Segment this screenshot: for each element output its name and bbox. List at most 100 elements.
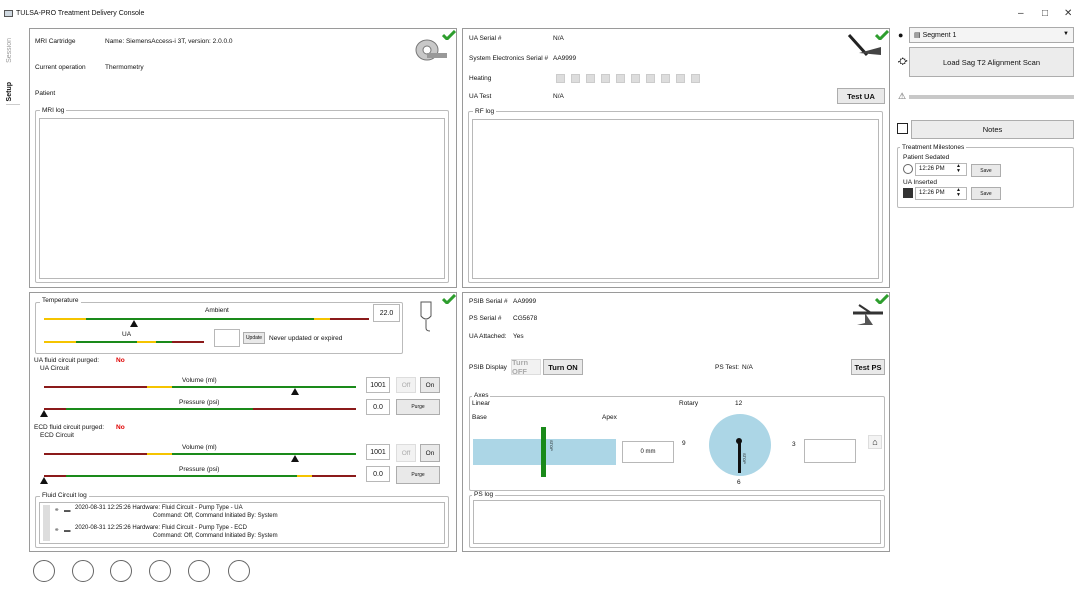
test-ua-button[interactable]: Test UA xyxy=(837,88,885,104)
current-operation-value: Thermometry xyxy=(105,64,144,71)
ua-inserted-label: UA Inserted xyxy=(903,179,937,186)
segment-icon: ● xyxy=(898,30,904,40)
ua-panel: UA Serial # N/A System Electronics Seria… xyxy=(462,28,890,288)
ecd-volume-indicator xyxy=(291,455,299,462)
mri-log-label: MRI log xyxy=(40,107,67,114)
ecd-volume-value: 1001 xyxy=(366,444,390,460)
fluid-nav-icon[interactable] xyxy=(110,560,132,582)
save-inserted-button[interactable]: Save xyxy=(971,187,1001,200)
minimize-icon[interactable]: – xyxy=(1018,8,1024,19)
load-scan-button[interactable]: Load Sag T2 Alignment Scan xyxy=(909,47,1074,77)
linear-position-marker[interactable] xyxy=(541,427,546,477)
save-sedated-button[interactable]: Save xyxy=(971,164,1001,177)
ecd-pressure-label: Pressure (psi) xyxy=(179,466,220,473)
progress-bar xyxy=(909,95,1074,99)
ecd-pump-on-button[interactable]: On xyxy=(420,444,440,462)
close-icon[interactable]: ✕ xyxy=(1064,8,1072,19)
ps-log-label: PS log xyxy=(472,491,496,498)
ecd-circuit-label: ECD Circuit xyxy=(40,432,74,439)
test-ps-button[interactable]: Test PS xyxy=(851,359,885,375)
mri-log-text[interactable] xyxy=(39,118,445,279)
ua-purged-value: No xyxy=(116,357,125,364)
log-entry-line: Command: Off, Command Initiated By: Syst… xyxy=(153,533,278,539)
maximize-icon[interactable]: □ xyxy=(1042,8,1048,19)
log-scrollbar[interactable] xyxy=(43,505,50,541)
home-icon[interactable]: ⌂ xyxy=(868,435,882,449)
ps-log-text[interactable] xyxy=(473,500,881,544)
turn-off-button[interactable]: Turn OFF xyxy=(511,358,541,376)
ps-serial-value: CG5678 xyxy=(513,315,538,322)
sedation-icon xyxy=(903,164,913,174)
ua-temp-label: UA xyxy=(122,331,132,338)
rotary-dial[interactable] xyxy=(708,413,772,477)
ua-pump-off-button[interactable]: Off xyxy=(396,377,416,393)
rotary-3-label: 3 xyxy=(792,441,796,448)
tab-session[interactable]: Session xyxy=(6,38,13,63)
ambient-gauge xyxy=(44,318,369,320)
ua-purged-label: UA fluid circuit purged: xyxy=(34,357,100,364)
heating-channel xyxy=(646,74,655,83)
ambient-indicator xyxy=(130,320,138,327)
rf-log-text[interactable] xyxy=(472,119,879,279)
insertion-icon xyxy=(903,188,913,198)
segment-dropdown[interactable]: ▤ Segment 1 ▼ xyxy=(909,27,1074,43)
notes-icon xyxy=(897,123,908,134)
linear-position-value[interactable]: 0 mm xyxy=(622,441,674,463)
scanner-icon: ⛮ xyxy=(898,56,908,66)
ua-pump-on-button[interactable]: On xyxy=(420,377,440,393)
ua-volume-gauge xyxy=(44,386,356,388)
ps-test-value: N/A xyxy=(742,364,753,371)
ua-volume-indicator xyxy=(291,388,299,395)
psib-serial-label: PSIB Serial # xyxy=(469,298,508,305)
ecd-pressure-value: 0.0 xyxy=(366,466,390,482)
status-check-icon xyxy=(442,294,456,304)
ua-pressure-gauge xyxy=(44,408,356,410)
time-spinner[interactable]: ▲ ▼ xyxy=(956,188,961,198)
time-spinner[interactable]: ▲ ▼ xyxy=(956,164,961,174)
fluid-bag-icon: ⚭ xyxy=(54,527,60,534)
axes-label: Axes xyxy=(472,392,491,399)
ambient-label: Ambient xyxy=(205,307,229,314)
fluid-log-label: Fluid Circuit log xyxy=(40,492,89,499)
ua-pressure-indicator xyxy=(40,410,48,417)
mri-cartridge-label: MRI Cartridge xyxy=(35,38,76,45)
ua-temp-value[interactable] xyxy=(214,329,240,347)
positioning-nav-icon[interactable] xyxy=(149,560,171,582)
status-check-icon xyxy=(875,294,889,304)
ecd-purge-button[interactable]: Purge xyxy=(396,466,440,484)
apex-label: Apex xyxy=(602,414,617,421)
mri-nav-icon[interactable] xyxy=(33,560,55,582)
notes-button[interactable]: Notes xyxy=(911,120,1074,139)
pump-icon: ▬ xyxy=(64,507,71,514)
ua-attached-value: Yes xyxy=(513,333,524,340)
ua-attached-label: UA Attached: xyxy=(469,333,507,340)
lock-icon: ▤ xyxy=(914,32,921,39)
heating-channel xyxy=(631,74,640,83)
heating-channel xyxy=(661,74,670,83)
ua-volume-value: 1001 xyxy=(366,377,390,393)
log-entry-line: 2020-08-31 12:25:26 Hardware: Fluid Circ… xyxy=(75,505,243,511)
fluid-bag-icon: ⚭ xyxy=(54,507,60,514)
status-check-icon xyxy=(442,30,456,40)
app-icon xyxy=(4,10,13,17)
fluid-log-text[interactable]: ⚭ ▬ 2020-08-31 12:25:26 Hardware: Fluid … xyxy=(39,502,445,544)
ecd-volume-label: Volume (ml) xyxy=(182,444,217,451)
heating-channel xyxy=(676,74,685,83)
update-button[interactable]: Update xyxy=(243,332,265,344)
turn-on-button[interactable]: Turn ON xyxy=(543,359,583,375)
segment-value: Segment 1 xyxy=(922,32,957,39)
ua-purge-button[interactable]: Purge xyxy=(396,399,440,415)
heating-channel xyxy=(556,74,565,83)
tab-setup[interactable]: Setup xyxy=(6,82,13,101)
ps-test-label: PS Test: xyxy=(715,364,740,371)
ua-serial-label: UA Serial # xyxy=(469,35,502,42)
settings-nav-icon[interactable] xyxy=(228,560,250,582)
mri-cartridge-value: Name: SiemensAccess-i 3T, version: 2.0.0… xyxy=(105,38,233,45)
patient-nav-icon[interactable] xyxy=(188,560,210,582)
rotary-position-value[interactable] xyxy=(804,439,856,463)
ecd-pump-off-button[interactable]: Off xyxy=(396,444,416,462)
psib-display-label: PSIB Display xyxy=(469,364,507,371)
ecd-purged-value: No xyxy=(116,424,125,431)
heating-channel xyxy=(691,74,700,83)
applicator-nav-icon[interactable] xyxy=(72,560,94,582)
